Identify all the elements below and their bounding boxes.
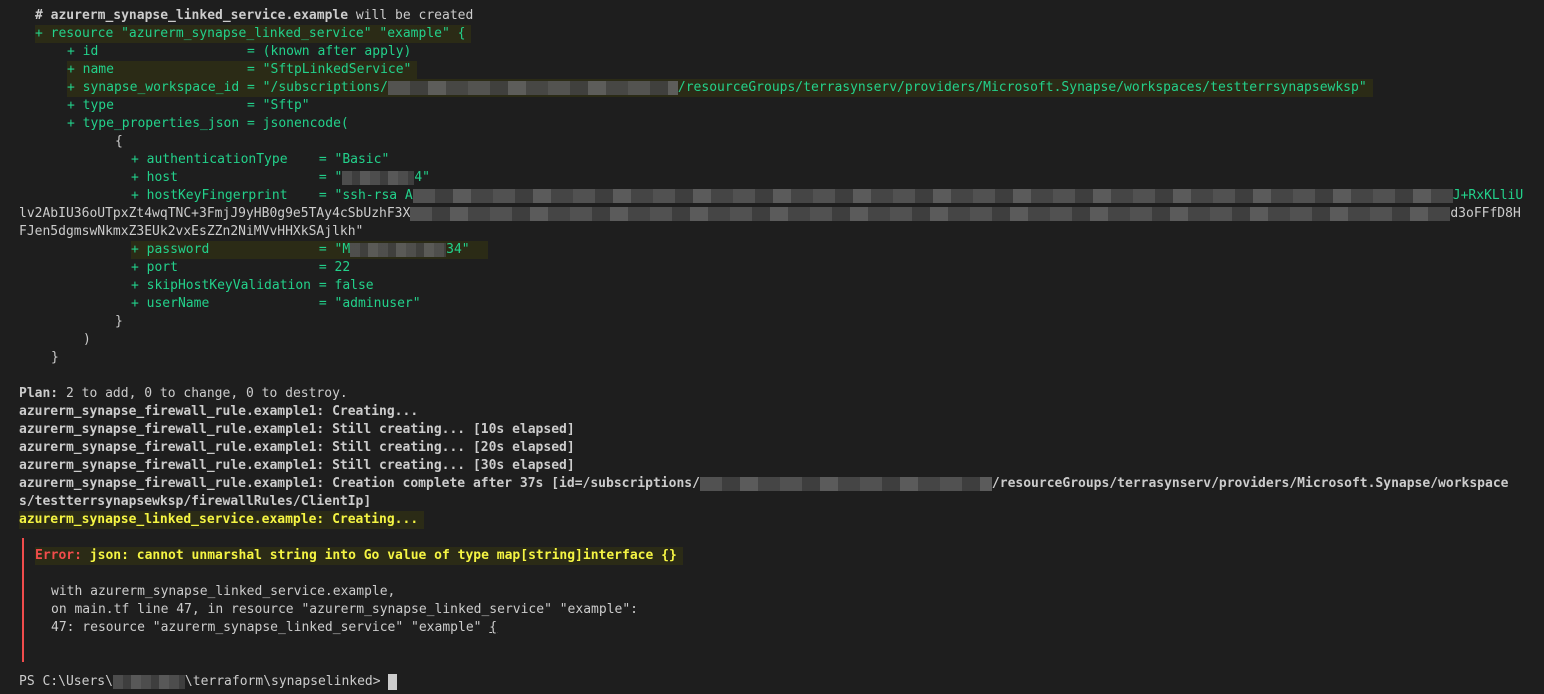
json-close-brace: } <box>115 314 123 329</box>
error-code-line: 47: resource "azurerm_synapse_linked_ser… <box>51 620 498 635</box>
shell-prompt[interactable]: PS C:\Users\ \terraform\synapselinked> <box>19 673 398 691</box>
redacted-fingerprint-2 <box>410 206 1451 221</box>
log-line-creation-complete: azurerm_synapse_firewall_rule.example1: … <box>19 476 1509 491</box>
error-with-line: with azurerm_synapse_linked_service.exam… <box>51 584 396 599</box>
attr-type: + type = "Sftp" <box>67 98 310 113</box>
error-on-line: on main.tf line 47, in resource "azurerm… <box>51 602 638 617</box>
attr-synapse-workspace-id: + synapse_workspace_id = "/subscriptions… <box>67 79 1373 97</box>
text-cursor <box>388 673 398 690</box>
log-line: azurerm_synapse_firewall_rule.example1: … <box>19 404 419 419</box>
attr-name: + name = "SftpLinkedService" <box>67 61 418 79</box>
resource-declaration: + resource "azurerm_synapse_linked_servi… <box>35 25 472 43</box>
prop-skip-host-key-validation: + skipHostKeyValidation = false <box>131 278 374 293</box>
prop-username: + userName = "adminuser" <box>131 296 421 311</box>
redacted-username <box>112 674 185 689</box>
prop-host-key-fingerprint: + hostKeyFingerprint = "ssh-rsa A J+RxKLl… <box>131 188 1524 203</box>
log-line: azurerm_synapse_firewall_rule.example1: … <box>19 440 575 455</box>
log-line: azurerm_synapse_firewall_rule.example1: … <box>19 458 575 473</box>
prop-password: + password = "M 34" <box>131 241 488 259</box>
json-open-brace: { <box>115 134 123 149</box>
attr-type-properties-json: + type_properties_json = jsonencode( <box>67 116 349 131</box>
prop-host: + host = " 4" <box>131 170 430 185</box>
plan-summary: Plan: 2 to add, 0 to change, 0 to destro… <box>19 386 348 401</box>
prop-authentication-type: + authenticationType = "Basic" <box>131 152 390 167</box>
jsonencode-close-paren: ) <box>83 332 91 347</box>
redacted-subscription-id-2 <box>699 476 992 491</box>
log-line: azurerm_synapse_firewall_rule.example1: … <box>19 422 575 437</box>
redacted-subscription-id <box>387 80 678 95</box>
redacted-password <box>350 242 447 257</box>
fingerprint-wrap-line-end: FJen5dgmswNkmxZ3EUk2vxEsZZn2NiMVvHHXkSAj… <box>19 224 364 239</box>
resource-close-brace: } <box>51 350 59 365</box>
fingerprint-wrap-line: lv2AbIU36oUTpxZt4wqTNC+3FmjJ9yHB0g9e5TAy… <box>19 206 1521 221</box>
linked-service-creating: azurerm_synapse_linked_service.example: … <box>19 511 425 529</box>
attr-id: + id = (known after apply) <box>67 44 412 59</box>
redacted-host <box>342 170 415 185</box>
redacted-fingerprint <box>412 188 1453 203</box>
resource-comment: # azurerm_synapse_linked_service.example… <box>35 8 474 23</box>
terminal-panel[interactable]: # azurerm_synapse_linked_service.example… <box>0 0 1544 694</box>
log-line-creation-complete-wrap: s/testterrsynapsewksp/firewallRules/Clie… <box>19 494 372 509</box>
prop-port: + port = 22 <box>131 260 351 275</box>
error-heading: Error: json: cannot unmarshal string int… <box>35 547 683 565</box>
error-gutter-bar <box>22 538 24 662</box>
